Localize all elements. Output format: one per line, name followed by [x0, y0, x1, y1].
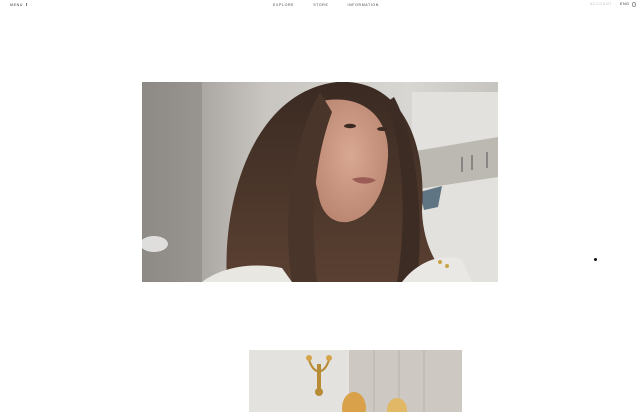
gallery-image-interior[interactable]	[249, 350, 462, 412]
interior-photo-icon	[249, 350, 462, 412]
nav-link-store[interactable]: STORE	[313, 3, 328, 7]
portrait-photo-icon	[142, 82, 498, 282]
nav-link-explore[interactable]: EXPLORE	[273, 3, 294, 7]
header-utilities: ACCOUNT ENG	[590, 2, 637, 7]
menu-icon	[25, 2, 27, 6]
main-nav: EXPLORE STORE INFORMATION	[273, 3, 379, 7]
cursor-dot	[594, 258, 597, 261]
language-selector[interactable]: ENG	[620, 2, 630, 6]
menu-button[interactable]: MENU	[10, 3, 27, 7]
nav-link-information[interactable]: INFORMATION	[348, 3, 380, 7]
menu-label: MENU	[10, 2, 23, 7]
bag-icon[interactable]	[631, 2, 637, 7]
gallery-image-portrait[interactable]	[142, 82, 498, 282]
top-navigation: MENU EXPLORE STORE INFORMATION ACCOUNT E…	[0, 0, 640, 10]
page: MENU EXPLORE STORE INFORMATION ACCOUNT E…	[0, 0, 640, 412]
account-link[interactable]: ACCOUNT	[590, 2, 612, 6]
